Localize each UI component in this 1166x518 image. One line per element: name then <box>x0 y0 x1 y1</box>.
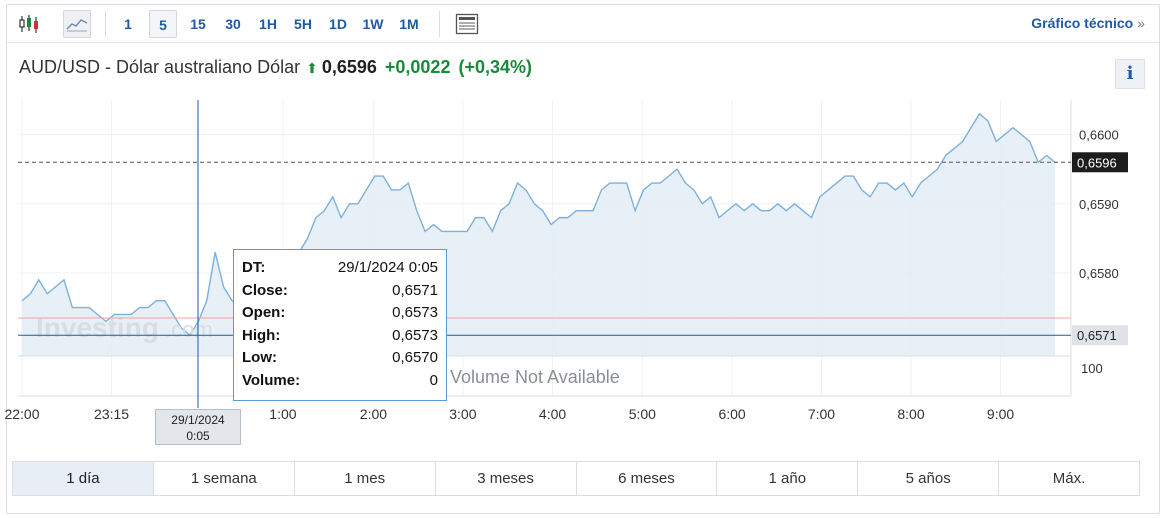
watermark-logo: Investing <box>36 312 159 343</box>
crosshair-time: 0:05 <box>186 429 210 443</box>
x-tick-label: 3:00 <box>449 406 476 422</box>
tooltip-key: Close: <box>242 281 288 299</box>
tooltip-key: Volume: <box>242 371 301 389</box>
range-selector: 1 día 1 semana 1 mes 3 meses 6 meses 1 año 5 a… <box>12 461 1140 496</box>
range-button[interactable]: 1 mes <box>295 462 436 495</box>
x-tick-label: 8:00 <box>897 406 924 422</box>
y-tick-label: 0,6600 <box>1079 128 1119 143</box>
range-button[interactable]: 1 año <box>717 462 859 495</box>
tooltip-value: 0,6571 <box>392 281 438 299</box>
crosshair-price-label: 0,6571 <box>1077 328 1117 343</box>
tooltip-row: DT: 29/1/2024 0:05 <box>242 257 438 280</box>
watermark-logo: .com <box>165 317 213 342</box>
volume-note: Volume Not Available <box>450 367 620 387</box>
range-button[interactable]: Máx. <box>999 462 1139 495</box>
tooltip-value: 29/1/2024 0:05 <box>337 259 438 276</box>
x-tick-label: 9:00 <box>987 406 1014 422</box>
tooltip-row: Volume: 0 <box>242 370 438 393</box>
tooltip-row: Open: 0,6573 <box>242 302 438 325</box>
volume-axis-label: 100 <box>1081 361 1103 376</box>
range-button[interactable]: 3 meses <box>436 462 577 495</box>
x-tick-label: 4:00 <box>539 406 566 422</box>
tooltip-value: 0,6570 <box>392 349 438 366</box>
x-tick-label: 22:00 <box>4 406 39 422</box>
tooltip-row: Close: 0,6571 <box>242 280 438 303</box>
x-tick-label: 1:00 <box>269 406 296 422</box>
tooltip-key: DT: <box>242 259 266 276</box>
tooltip-value: 0,6573 <box>392 304 438 321</box>
y-tick-label: 0,6590 <box>1079 197 1119 212</box>
range-button[interactable]: 1 día <box>13 462 154 495</box>
range-button[interactable]: 5 años <box>858 462 1000 495</box>
tooltip-key: High: <box>242 326 281 344</box>
x-tick-label: 5:00 <box>629 406 656 422</box>
x-tick-label: 6:00 <box>718 406 745 422</box>
x-tick-label: 7:00 <box>808 406 835 422</box>
crosshair-date: 29/1/2024 <box>171 413 225 427</box>
tooltip-value: 0,6573 <box>392 326 438 344</box>
tooltip-value: 0 <box>429 371 438 389</box>
tooltip-row: High: 0,6573 <box>242 325 438 348</box>
y-tick-label: 0,6580 <box>1079 266 1119 281</box>
data-tooltip: DT: 29/1/2024 0:05 Close: 0,6571 Open: 0,6573… <box>233 249 447 401</box>
x-tick-label: 23:15 <box>94 406 129 422</box>
tooltip-key: Low: <box>242 349 277 366</box>
crosshair-time-label: 29/1/2024 0:05 <box>155 409 241 445</box>
x-tick-label: 2:00 <box>360 406 387 422</box>
range-button[interactable]: 1 semana <box>154 462 295 495</box>
tooltip-row: Low: 0,6570 <box>242 347 438 370</box>
tooltip-key: Open: <box>242 304 286 321</box>
last-price-label: 0,6596 <box>1077 155 1117 170</box>
range-button[interactable]: 6 meses <box>577 462 718 495</box>
